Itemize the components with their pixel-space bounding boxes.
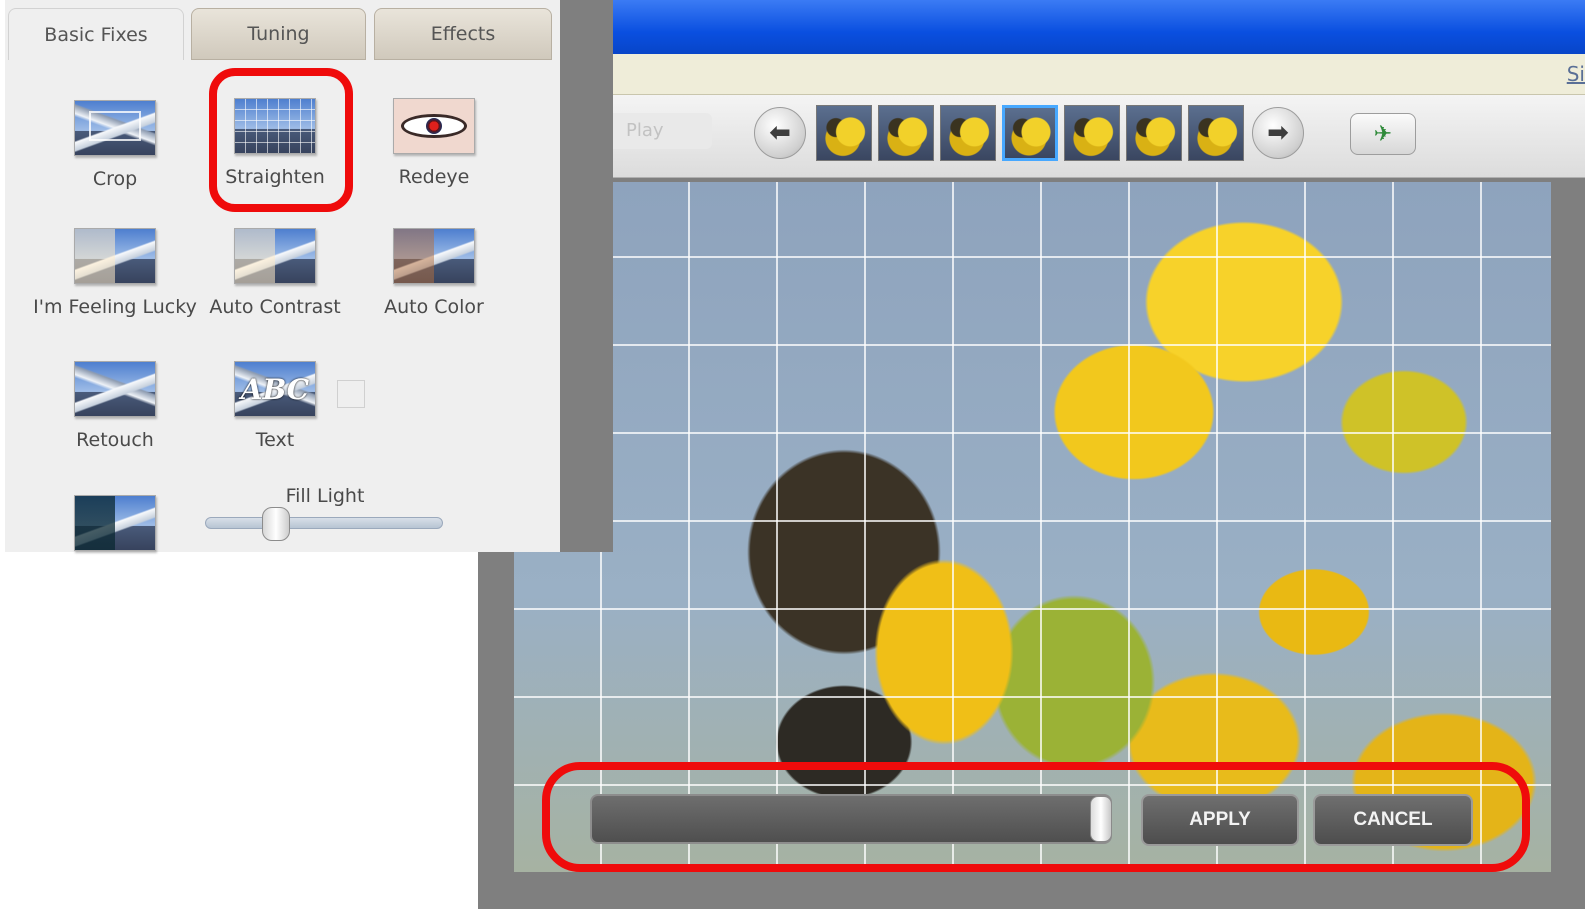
fill-light-preview xyxy=(30,495,200,551)
auto-color-tool[interactable]: Auto Color xyxy=(349,228,519,318)
auto-contrast-icon xyxy=(234,228,316,284)
edit-tools-panel: Basic Fixes Tuning Effects Crop Straight… xyxy=(5,0,613,552)
text-tool[interactable]: ABC Text xyxy=(190,361,360,451)
auto-contrast-label: Auto Contrast xyxy=(209,296,341,318)
photo-thumbnail-selected[interactable] xyxy=(1002,105,1058,161)
tab-tuning[interactable]: Tuning xyxy=(191,8,366,60)
menu-bar: Si xyxy=(612,54,1585,95)
fill-light-slider-handle[interactable] xyxy=(262,507,290,541)
previous-photo-button[interactable]: ⬅ xyxy=(754,107,806,159)
play-button[interactable]: Play xyxy=(612,113,712,149)
share-photos-icon: ✈ xyxy=(1373,121,1393,147)
panel-gap xyxy=(560,0,613,552)
photo-thumbnail[interactable] xyxy=(1188,105,1244,161)
share-button[interactable]: ✈ xyxy=(1350,113,1416,155)
sign-in-link[interactable]: Si xyxy=(1567,62,1585,86)
disabled-tool xyxy=(337,380,365,408)
next-photo-button[interactable]: ➡ xyxy=(1252,107,1304,159)
retouch-label: Retouch xyxy=(76,429,154,451)
photo-thumbnail[interactable] xyxy=(816,105,872,161)
auto-color-icon xyxy=(393,228,475,284)
photo-thumbnail[interactable] xyxy=(878,105,934,161)
red-eye-icon xyxy=(393,98,475,154)
feeling-lucky-label: I'm Feeling Lucky xyxy=(33,296,197,318)
highlight-annotation-controls xyxy=(542,762,1530,872)
highlight-annotation-straighten xyxy=(209,68,353,212)
feeling-lucky-tool[interactable]: I'm Feeling Lucky xyxy=(30,228,200,318)
redeye-label: Redeye xyxy=(398,166,470,188)
fill-light-icon xyxy=(74,495,156,551)
photo-thumbnail[interactable] xyxy=(1126,105,1182,161)
fill-light-label: Fill Light xyxy=(285,485,365,507)
arrow-right-icon: ➡ xyxy=(1267,118,1289,148)
retouch-icon xyxy=(74,361,156,417)
auto-contrast-tool[interactable]: Auto Contrast xyxy=(190,228,360,318)
crop-label: Crop xyxy=(92,168,138,190)
photo-thumbnail[interactable] xyxy=(1064,105,1120,161)
abc-text-icon: ABC xyxy=(234,361,316,417)
retouch-tool[interactable]: Retouch xyxy=(30,361,200,451)
photo-toolbar: Play ⬅ ➡ ✈ xyxy=(612,95,1585,178)
thumbnail-strip xyxy=(816,105,1244,161)
text-label: Text xyxy=(255,429,295,451)
photo-thumbnail[interactable] xyxy=(940,105,996,161)
fill-light-slider-track[interactable] xyxy=(205,517,443,529)
crop-icon xyxy=(74,100,156,156)
disabled-tool-icon xyxy=(337,380,365,408)
window-title-bar xyxy=(612,0,1585,54)
feeling-lucky-icon xyxy=(74,228,156,284)
auto-color-label: Auto Color xyxy=(384,296,484,318)
tab-effects[interactable]: Effects xyxy=(374,8,552,60)
arrow-left-icon: ⬅ xyxy=(769,118,791,148)
tab-basic-fixes[interactable]: Basic Fixes xyxy=(8,8,184,60)
crop-tool[interactable]: Crop xyxy=(30,100,200,190)
redeye-tool[interactable]: Redeye xyxy=(349,98,519,188)
